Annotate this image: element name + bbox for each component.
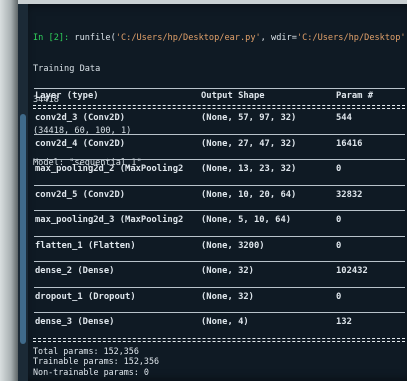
output-shape: (None, 4): [201, 317, 249, 327]
table-row: flatten_1 (Flatten) (None, 3200) 0: [33, 237, 405, 262]
ipython-console[interactable]: In [2]: runfile('C:/Users/hp/Desktop/ear…: [18, 4, 407, 381]
table-header: Layer (type) Output Shape Param #: [33, 89, 405, 105]
table-row: conv2d_5 (Conv2D) (None, 10, 20, 64) 328…: [33, 186, 405, 211]
output-line: Training Data: [33, 64, 101, 75]
layer-name: conv2d_5 (Conv2D): [35, 189, 126, 200]
output-shape: (None, 57, 97, 32): [201, 113, 297, 123]
output-shape: (None, 32): [201, 291, 254, 302]
param-count: 0: [336, 240, 342, 251]
command-line: In [2]: runfile('C:/Users/hp/Desktop/ear…: [33, 33, 405, 43]
vertical-scrollbar[interactable]: [18, 4, 28, 381]
table-row: max_pooling2d_2 (MaxPooling2 (None, 13, …: [33, 160, 405, 185]
layer-name: dense_3 (Dense): [35, 317, 115, 327]
param-totals: Total params: 152,356 Trainable params: 1…: [33, 346, 159, 377]
model-summary-table: Layer (type) Output Shape Param # conv2d…: [33, 88, 405, 342]
output-shape: (None, 5, 10, 64): [201, 215, 292, 225]
output-shape: (None, 13, 23, 32): [201, 164, 297, 174]
output-shape: (None, 27, 47, 32): [201, 138, 297, 149]
header-layer-type: Layer (type): [35, 91, 99, 101]
param-count: 544: [336, 113, 352, 123]
table-bottom-rule: [33, 337, 405, 342]
command-text: runfile(: [69, 32, 116, 43]
monitor-bezel: [0, 0, 18, 381]
trainable-params: Trainable params: 152,356: [33, 356, 160, 367]
layer-name: dropout_1 (Dropout): [35, 291, 136, 302]
param-count: 32832: [336, 189, 363, 200]
non-trainable-params: Non-trainable params: 0: [33, 366, 149, 377]
table-row: dropout_1 (Dropout) (None, 32) 0: [33, 288, 405, 313]
scrollbar-thumb[interactable]: [20, 114, 26, 344]
input-prompt: In [2]:: [33, 32, 70, 43]
output-shape: (None, 3200): [201, 240, 265, 251]
header-output-shape: Output Shape: [201, 91, 265, 101]
total-params: Total params: 152,356: [33, 346, 139, 356]
command-wdir-label: , wdir=: [260, 32, 297, 43]
layer-name: conv2d_3 (Conv2D): [35, 113, 126, 123]
header-param-count: Param #: [336, 91, 374, 101]
table-row: dense_2 (Dense) (None, 32) 102432: [33, 262, 405, 287]
layer-name: flatten_1 (Flatten): [35, 240, 136, 251]
param-count: 0: [336, 215, 342, 225]
layer-name: conv2d_4 (Conv2D): [35, 138, 126, 149]
param-count: 102432: [336, 266, 368, 276]
param-count: 0: [336, 164, 342, 174]
param-count: 16416: [336, 138, 363, 149]
table-row: conv2d_4 (Conv2D) (None, 27, 47, 32) 164…: [33, 135, 405, 160]
layer-name: max_pooling2d_2 (MaxPooling2: [35, 164, 184, 174]
table-row: dense_3 (Dense) (None, 4) 132: [33, 313, 405, 338]
layer-name: dense_2 (Dense): [35, 266, 115, 276]
table-row: conv2d_3 (Conv2D) (None, 57, 97, 32) 544: [33, 109, 405, 134]
layer-name: max_pooling2d_3 (MaxPooling2: [35, 215, 184, 225]
table-row: max_pooling2d_3 (MaxPooling2 (None, 5, 1…: [33, 211, 405, 236]
param-count: 132: [336, 317, 352, 327]
command-path: 'C:/Users/hp/Desktop/ear.py': [115, 32, 261, 43]
output-shape: (None, 10, 20, 64): [201, 189, 297, 200]
output-shape: (None, 32): [201, 266, 254, 276]
command-wdir: 'C:/Users/hp/Desktop': [296, 32, 405, 43]
param-count: 0: [336, 291, 342, 302]
